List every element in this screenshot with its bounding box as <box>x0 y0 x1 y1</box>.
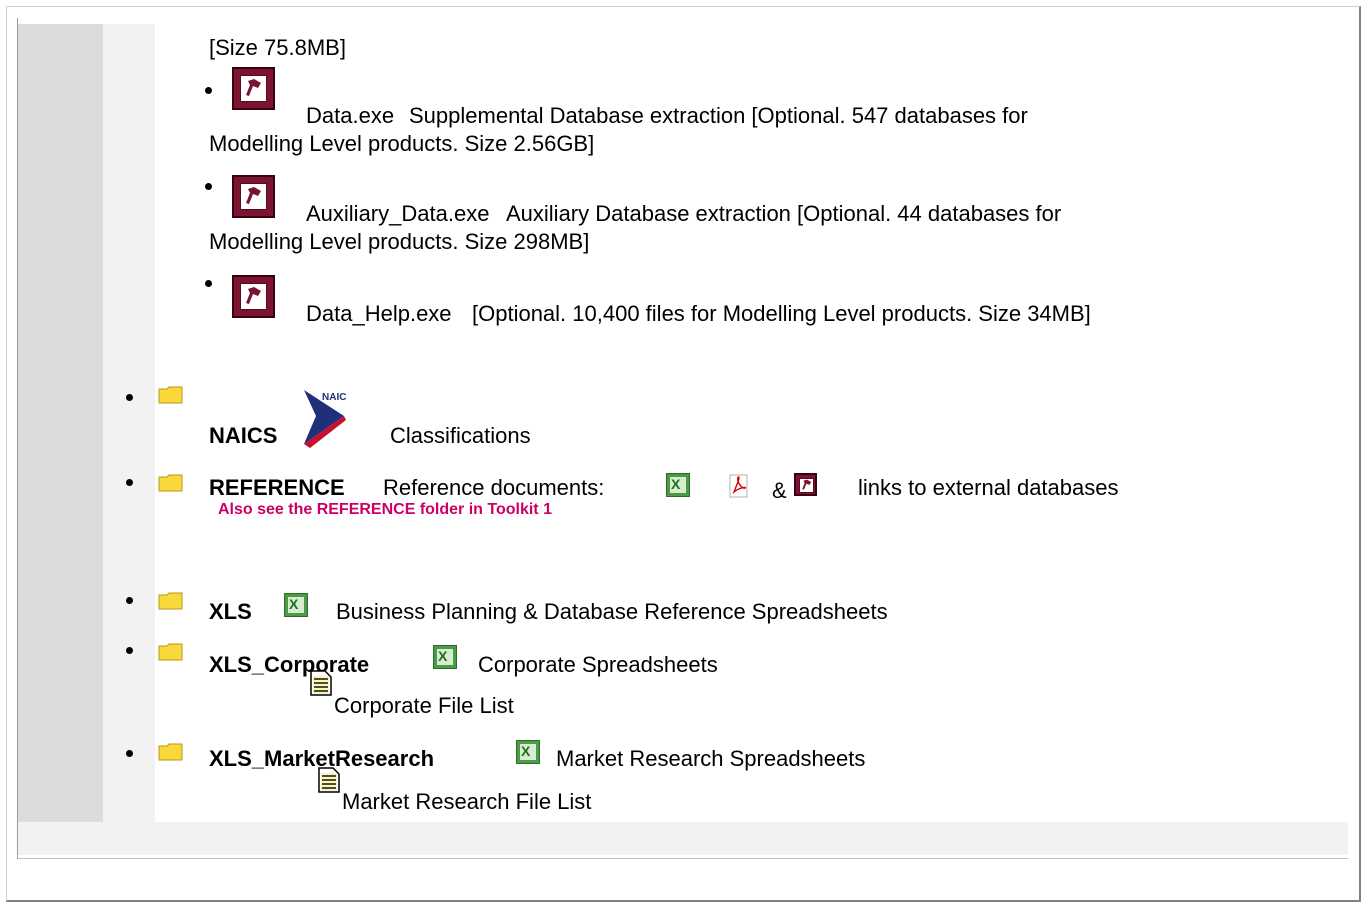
bottom-bar <box>18 822 1348 855</box>
folder-desc: Reference documents: <box>383 475 605 500</box>
download-desc: [Optional. 10,400 files for Modelling Le… <box>472 301 1091 326</box>
folder-desc: Market Research Spreadsheets <box>556 746 866 771</box>
pdf-icon <box>729 474 748 498</box>
list-bullet <box>205 183 212 190</box>
size-text: [Size 75.8MB] <box>209 35 346 60</box>
left-gutter <box>18 24 103 822</box>
list-bullet <box>126 597 133 604</box>
folder-desc: Classifications <box>390 423 531 448</box>
file-list-link[interactable]: Market Research File List <box>342 789 591 815</box>
folder-icon[interactable] <box>158 386 183 404</box>
folder-link-naics[interactable]: NAICS <box>209 423 277 449</box>
indent-gutter <box>103 24 155 822</box>
excel-icon: X <box>666 473 690 497</box>
download-file-link[interactable]: Data_Help.exe <box>306 301 452 327</box>
download-file-link[interactable]: Data.exe <box>306 103 394 129</box>
list-bullet <box>205 87 212 94</box>
folder-link-reference[interactable]: REFERENCE <box>209 475 345 501</box>
download-desc: Supplemental Database extraction [Option… <box>409 103 1028 128</box>
folder-icon[interactable] <box>158 643 183 661</box>
list-bullet <box>205 280 212 287</box>
file-list-link[interactable]: Corporate File List <box>334 693 514 719</box>
folder-desc: links to external databases <box>858 475 1119 500</box>
excel-icon: X <box>433 645 457 669</box>
reference-note-link[interactable]: Also see the REFERENCE folder in Toolkit… <box>218 501 552 519</box>
excel-icon: X <box>516 740 540 764</box>
access-key-icon[interactable] <box>232 67 275 110</box>
document-list-icon[interactable] <box>310 670 332 696</box>
excel-icon: X <box>284 593 308 617</box>
document-list-icon[interactable] <box>318 767 340 793</box>
svg-text:NAICS: NAICS <box>322 392 346 403</box>
download-desc: Modelling Level products. Size 298MB] <box>209 229 590 254</box>
folder-desc: Corporate Spreadsheets <box>478 652 718 677</box>
download-desc: Auxiliary Database extraction [Optional.… <box>506 201 1062 226</box>
folder-desc: Business Planning & Database Reference S… <box>336 599 888 624</box>
folder-icon[interactable] <box>158 592 183 610</box>
list-bullet <box>126 479 133 486</box>
folder-icon[interactable] <box>158 743 183 761</box>
naics-logo-icon: NAICS <box>304 390 346 448</box>
list-bullet <box>126 394 133 401</box>
list-bullet <box>126 750 133 757</box>
download-desc: Modelling Level products. Size 2.56GB] <box>209 131 595 156</box>
list-bullet <box>126 647 133 654</box>
access-key-icon <box>794 473 817 496</box>
access-key-icon[interactable] <box>232 175 275 218</box>
access-key-icon[interactable] <box>232 275 275 318</box>
folder-icon[interactable] <box>158 474 183 492</box>
folder-link-xls-corporate[interactable]: XLS_Corporate <box>209 652 369 678</box>
ampersand-text: & <box>772 478 787 503</box>
download-file-link[interactable]: Auxiliary_Data.exe <box>306 201 489 227</box>
folder-link-xls[interactable]: XLS <box>209 599 252 625</box>
